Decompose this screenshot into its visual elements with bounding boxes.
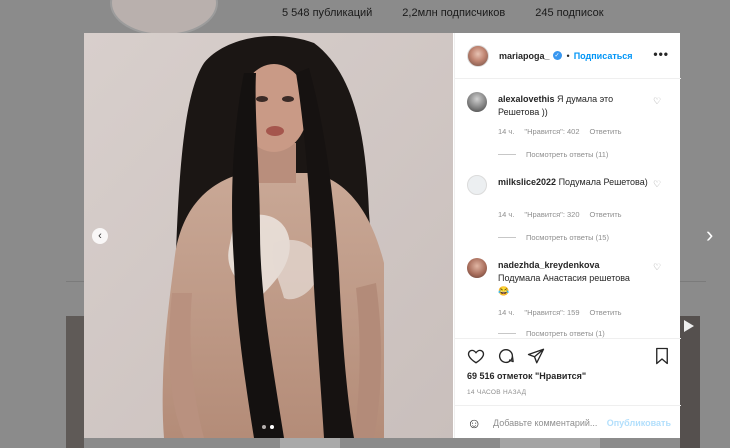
comment-body: Подумала Решетова): [558, 177, 648, 187]
comment-username[interactable]: alexalovethis: [498, 94, 555, 104]
grid-thumbnail[interactable]: [680, 316, 700, 448]
replies-line: [498, 154, 516, 155]
like-heart-icon[interactable]: [467, 347, 485, 365]
profile-avatar: [110, 0, 218, 36]
carousel-dots: [262, 425, 274, 429]
comment-time: 14 ч.: [498, 127, 515, 136]
comment-meta: 14 ч. "Нравится": 402 Ответить: [498, 127, 622, 136]
author-avatar[interactable]: [467, 44, 489, 67]
add-comment-bar: ☺ Добавьте комментарий... Опубликовать: [455, 405, 681, 440]
comment-username[interactable]: milkslice2022: [498, 177, 556, 187]
profile-stats: 5 548 публикаций 2,2млн подписчиков 245 …: [282, 7, 604, 19]
comment-text: milkslice2022 Подумала Решетова): [498, 176, 648, 189]
comment-username[interactable]: nadezhda_kreydenkova: [498, 260, 600, 270]
comment-time: 14 ч.: [498, 210, 515, 219]
comment-likes[interactable]: "Нравится": 159: [524, 308, 579, 317]
action-icons: [467, 347, 545, 365]
follow-button[interactable]: Подписаться: [574, 51, 633, 61]
prev-image-chevron-icon[interactable]: ‹: [92, 228, 108, 244]
separator-dot: •: [566, 50, 570, 61]
reply-button[interactable]: Ответить: [590, 210, 622, 219]
reply-button[interactable]: Ответить: [590, 127, 622, 136]
video-icon: [684, 320, 694, 332]
grid-thumbnail[interactable]: [66, 316, 84, 448]
like-comment-heart-icon[interactable]: ♡: [653, 262, 661, 273]
grid-thumbnail[interactable]: [280, 438, 340, 448]
comments-list: alexalovethis Я думала это Решетова )) ♡…: [455, 80, 681, 338]
comment-meta: 14 ч. "Нравится": 159 Ответить: [498, 308, 622, 317]
comment-bubble-icon[interactable]: [497, 347, 515, 365]
posts-count: 5 548 публикаций: [282, 7, 373, 19]
view-replies-label: Посмотреть ответы (11): [526, 150, 609, 159]
replies-line: [498, 237, 516, 238]
emoji-smile-icon[interactable]: ☺: [467, 415, 481, 431]
post-sidebar: mariapoga_ ✓ • Подписаться ••• alexalove…: [454, 33, 681, 438]
bookmark-icon[interactable]: [653, 347, 671, 365]
post-photo[interactable]: ‹: [84, 33, 453, 438]
comment-time: 14 ч.: [498, 308, 515, 317]
post-modal: ‹ mariapoga_ ✓ • Подписаться ••• alexalo…: [84, 33, 681, 438]
commenter-avatar[interactable]: [467, 258, 487, 278]
followers-count[interactable]: 2,2млн подписчиков: [402, 7, 505, 19]
next-post-arrow-icon[interactable]: ›: [706, 224, 720, 246]
publish-button[interactable]: Опубликовать: [607, 418, 671, 428]
carousel-dot-active: [270, 425, 274, 429]
comment-text: nadezhda_kreydenkova Подумала Анастасия …: [498, 259, 648, 298]
post-header: mariapoga_ ✓ • Подписаться •••: [455, 33, 681, 79]
view-replies-label: Посмотреть ответы (1): [526, 329, 605, 338]
view-replies-button[interactable]: Посмотреть ответы (15): [498, 233, 609, 242]
post-actions: 69 516 отметок "Нравится" 14 ЧАСОВ НАЗАД…: [455, 338, 681, 439]
view-replies-label: Посмотреть ответы (15): [526, 233, 609, 242]
view-replies-button[interactable]: Посмотреть ответы (1): [498, 329, 605, 338]
commenter-avatar[interactable]: [467, 175, 487, 195]
post-time: 14 ЧАСОВ НАЗАД: [467, 389, 527, 396]
replies-line: [498, 333, 516, 334]
commenter-avatar[interactable]: [467, 92, 487, 112]
carousel-dot: [262, 425, 266, 429]
comment-likes[interactable]: "Нравится": 320: [524, 210, 579, 219]
author-username[interactable]: mariapoga_: [499, 51, 550, 61]
following-count[interactable]: 245 подписок: [535, 7, 603, 19]
likes-count[interactable]: 69 516 отметок "Нравится": [467, 371, 586, 381]
photo-illustration: [84, 33, 453, 438]
comment-likes[interactable]: "Нравится": 402: [524, 127, 579, 136]
comment-body: Подумала Анастасия решетова: [498, 273, 630, 283]
more-options-icon[interactable]: •••: [653, 47, 669, 61]
comment-input[interactable]: Добавьте комментарий...: [493, 418, 597, 428]
like-comment-heart-icon[interactable]: ♡: [653, 96, 661, 107]
verified-badge-icon: ✓: [552, 51, 562, 60]
laughing-emoji-icon: 😂: [498, 286, 510, 296]
like-comment-heart-icon[interactable]: ♡: [653, 179, 661, 190]
view-replies-button[interactable]: Посмотреть ответы (11): [498, 150, 608, 159]
reply-button[interactable]: Ответить: [590, 308, 622, 317]
share-paper-plane-icon[interactable]: [527, 347, 545, 365]
comment-text: alexalovethis Я думала это Решетова )): [498, 93, 648, 119]
comment-meta: 14 ч. "Нравится": 320 Ответить: [498, 210, 622, 219]
